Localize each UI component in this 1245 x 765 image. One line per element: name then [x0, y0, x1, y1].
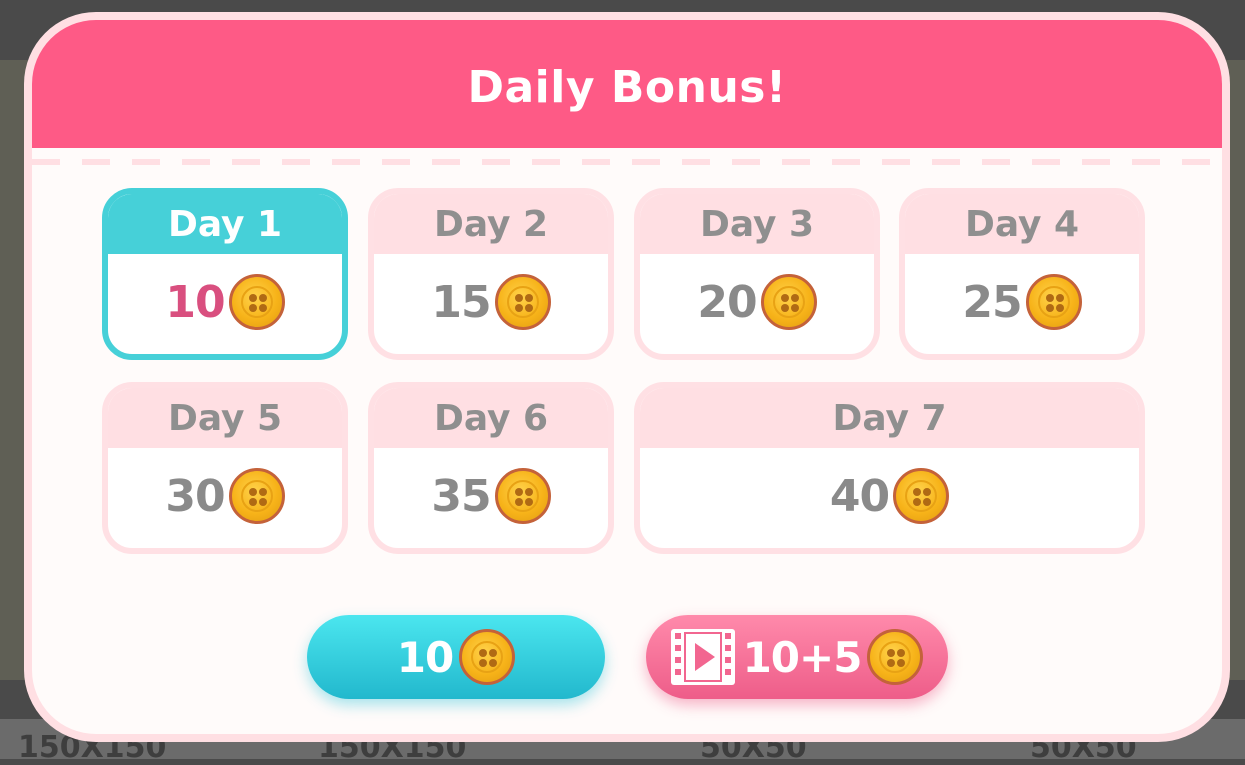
- reward-amount: 30: [165, 470, 225, 522]
- day-card-header: Day 7: [640, 388, 1139, 448]
- film-play-icon: [670, 629, 735, 685]
- button-coin-icon: [1025, 274, 1082, 330]
- day-label: Day 6: [433, 397, 549, 439]
- day-label: Day 7: [832, 397, 947, 439]
- day-card-1[interactable]: Day 1 10: [102, 188, 348, 360]
- day-card-4[interactable]: Day 4 25: [899, 188, 1145, 360]
- day-card-5[interactable]: Day 5 30: [102, 382, 348, 554]
- day-label: Day 2: [433, 203, 549, 245]
- day-card-6[interactable]: Day 6 35: [368, 382, 614, 554]
- day-card-reward: 40: [640, 448, 1139, 544]
- dialog-title: Daily Bonus!: [467, 61, 787, 113]
- day-card-header: Day 6: [374, 388, 608, 448]
- day-card-7[interactable]: Day 7 40: [634, 382, 1145, 554]
- reward-amount: 25: [962, 276, 1022, 328]
- reward-amount: 40: [829, 470, 890, 522]
- reward-amount: 20: [697, 276, 757, 328]
- dialog-header: Daily Bonus!: [32, 20, 1222, 148]
- day-card-header: Day 3: [640, 194, 874, 254]
- day-card-reward: 15: [374, 254, 608, 350]
- reward-amount: 35: [431, 470, 491, 522]
- day-card-reward: 10: [108, 254, 342, 350]
- day-card-header: Day 4: [905, 194, 1139, 254]
- day-label: Day 4: [964, 203, 1080, 245]
- button-coin-icon: [867, 629, 924, 685]
- day-card-3[interactable]: Day 3 20: [634, 188, 880, 360]
- day-card-reward: 35: [374, 448, 608, 544]
- watch-video-bonus-button[interactable]: 10+5: [646, 615, 948, 699]
- button-coin-icon: [228, 274, 285, 330]
- claim-button[interactable]: 10: [307, 615, 605, 699]
- day-card-reward: 20: [640, 254, 874, 350]
- day-card-header: Day 5: [108, 388, 342, 448]
- day-card-reward: 30: [108, 448, 342, 544]
- day-label: Day 1: [167, 203, 283, 245]
- button-coin-icon: [459, 629, 516, 685]
- daily-bonus-dialog: Daily Bonus! Day 1 10 Day 2 15 Day 3 20: [24, 12, 1230, 742]
- day-label: Day 3: [699, 203, 815, 245]
- reward-amount: 10: [165, 276, 225, 328]
- button-coin-icon: [893, 468, 950, 524]
- button-coin-icon: [494, 274, 551, 330]
- dialog-body: Daily Bonus! Day 1 10 Day 2 15 Day 3 20: [32, 20, 1222, 734]
- button-coin-icon: [760, 274, 817, 330]
- button-coin-icon: [228, 468, 285, 524]
- dashed-divider: [32, 159, 1222, 165]
- day-card-header: Day 1: [108, 194, 342, 254]
- claim-amount: 10: [396, 632, 454, 682]
- reward-amount: 15: [431, 276, 491, 328]
- day-label: Day 5: [167, 397, 283, 439]
- day-card-2[interactable]: Day 2 15: [368, 188, 614, 360]
- video-bonus-amount: 10+5: [742, 632, 863, 682]
- button-coin-icon: [494, 468, 551, 524]
- day-card-header: Day 2: [374, 194, 608, 254]
- day-card-reward: 25: [905, 254, 1139, 350]
